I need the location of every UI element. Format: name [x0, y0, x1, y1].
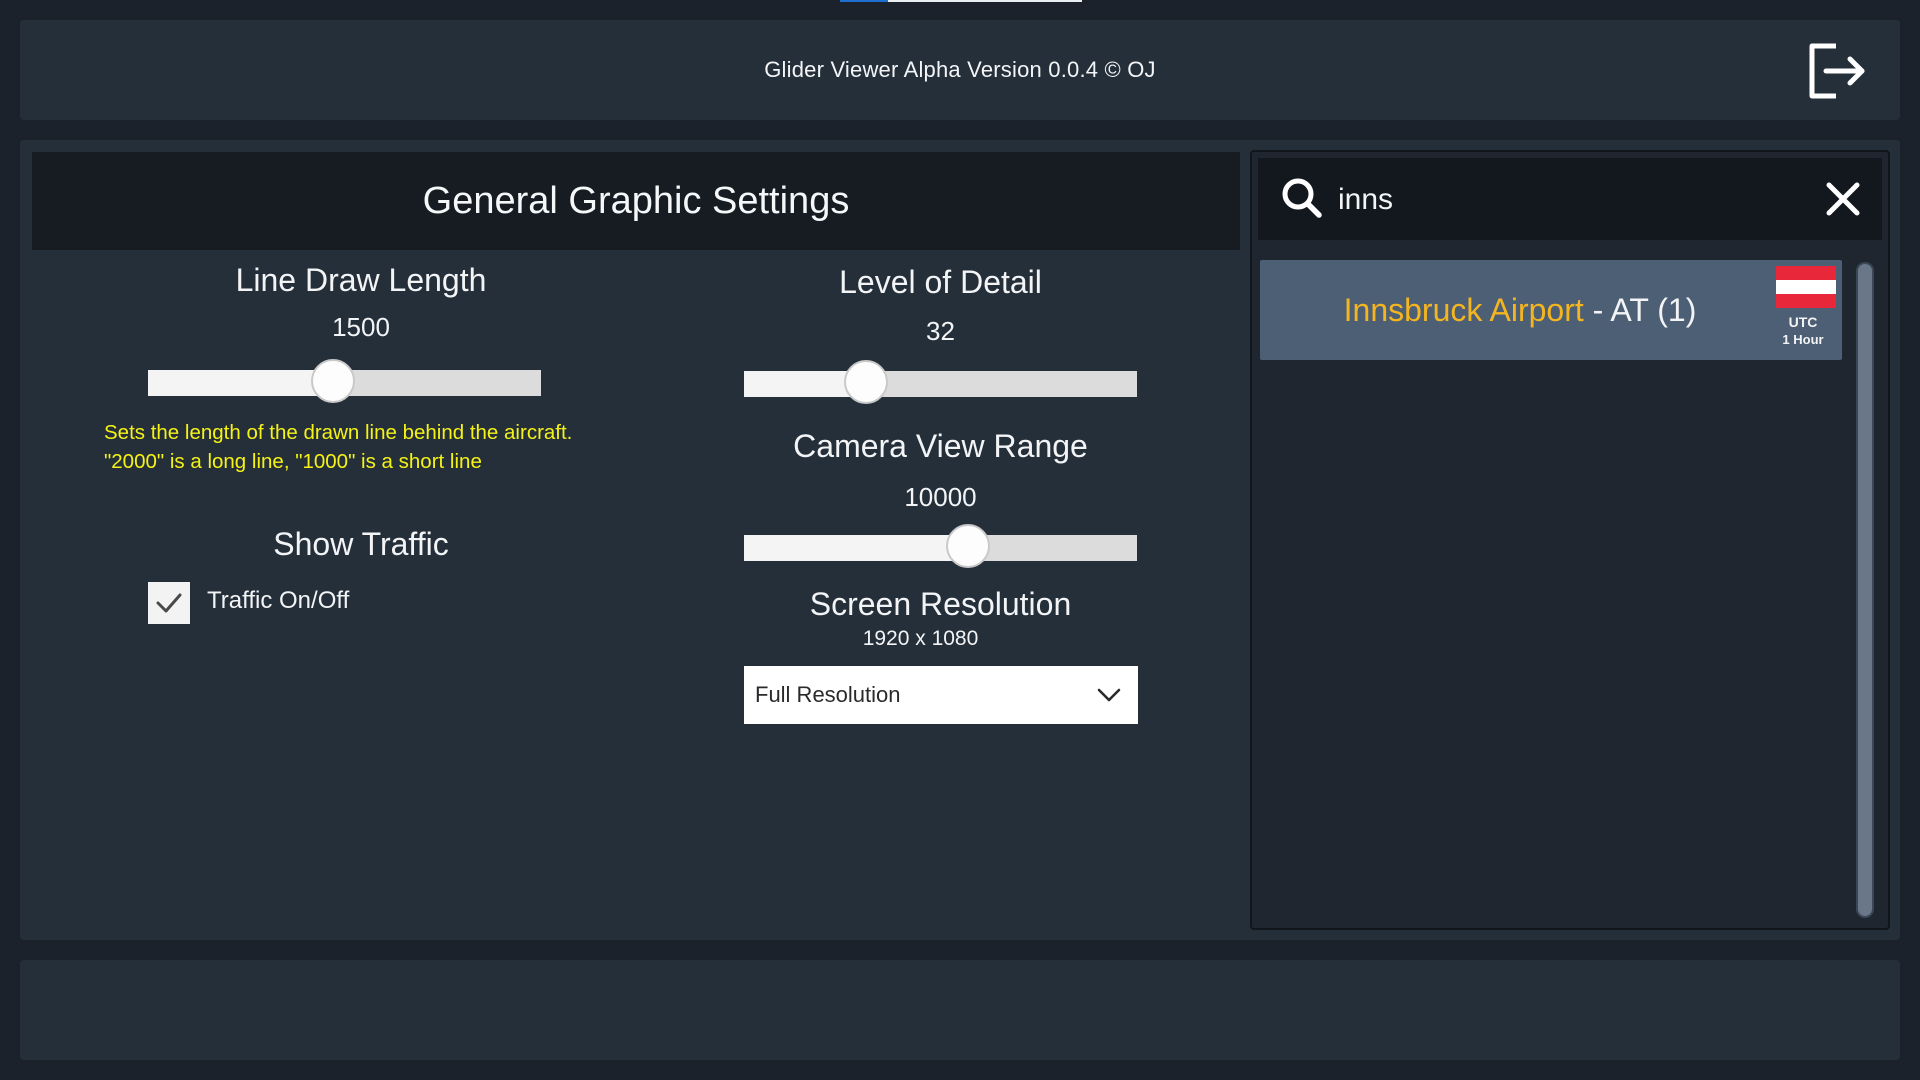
close-icon: [1826, 182, 1860, 216]
exit-door-icon: [1809, 43, 1865, 99]
utc-label: UTC: [1788, 314, 1818, 330]
checkmark-icon: [156, 593, 182, 613]
result-text: Innsbruck Airport - AT (1): [1260, 260, 1780, 360]
search-bar: [1258, 158, 1882, 240]
slider-thumb[interactable]: [946, 524, 990, 568]
results-scrollbar[interactable]: [1856, 262, 1874, 918]
line-draw-length-label: Line Draw Length: [235, 262, 487, 298]
main-panel: General Graphic Settings Line Draw Lengt…: [20, 140, 1900, 940]
level-of-detail-label: Level of Detail: [839, 264, 1042, 300]
screen-resolution-label: Screen Resolution: [809, 586, 1072, 622]
show-traffic-label: Show Traffic: [273, 526, 449, 562]
level-of-detail-slider[interactable]: [744, 360, 1137, 404]
result-country-count: AT (1): [1610, 292, 1697, 328]
header-bar: Glider Viewer Alpha Version 0.0.4 © OJ: [20, 20, 1900, 120]
result-separator: -: [1583, 292, 1611, 328]
footer-bar: [20, 960, 1900, 1060]
line-draw-length-slider[interactable]: [148, 359, 541, 403]
austria-flag-icon: [1776, 266, 1836, 308]
settings-title: General Graphic Settings: [422, 180, 850, 222]
slider-thumb[interactable]: [310, 359, 355, 403]
line-draw-length-value: 1500: [332, 312, 390, 342]
exit-button[interactable]: [1806, 40, 1868, 102]
camera-view-range-label: Camera View Range: [793, 428, 1088, 464]
settings-header: General Graphic Settings: [32, 152, 1240, 250]
screen-resolution-value: 1920 x 1080: [862, 627, 979, 650]
line-draw-length-hint: Sets the length of the drawn line behind…: [104, 421, 573, 473]
resolution-dropdown[interactable]: Full Resolution: [744, 666, 1138, 724]
result-airport-name: Innsbruck Airport: [1343, 292, 1584, 328]
traffic-checkbox-label[interactable]: Traffic On/Off: [207, 587, 349, 615]
slider-thumb[interactable]: [843, 360, 888, 404]
slider-fill: [744, 535, 968, 561]
clear-search-button[interactable]: [1824, 180, 1862, 218]
app-title: Glider Viewer Alpha Version 0.0.4 © OJ: [764, 57, 1156, 82]
camera-view-range-slider[interactable]: [744, 524, 1137, 568]
traffic-checkbox[interactable]: [148, 582, 190, 624]
search-icon: [1282, 178, 1322, 218]
scrollbar-thumb[interactable]: [1858, 264, 1872, 916]
search-input[interactable]: [1336, 170, 1800, 230]
resolution-dropdown-value: Full Resolution: [755, 682, 901, 707]
search-result-item[interactable]: Innsbruck Airport - AT (1) UTC 1 Hour: [1260, 260, 1842, 360]
level-of-detail-value: 32: [926, 316, 955, 346]
top-indicator: [840, 0, 1082, 2]
utc-offset: 1 Hour: [1782, 332, 1824, 347]
chevron-down-icon: [1097, 688, 1121, 702]
camera-view-range-value: 10000: [904, 482, 977, 512]
slider-fill: [148, 370, 333, 396]
search-panel: Innsbruck Airport - AT (1) UTC 1 Hour: [1250, 150, 1890, 930]
